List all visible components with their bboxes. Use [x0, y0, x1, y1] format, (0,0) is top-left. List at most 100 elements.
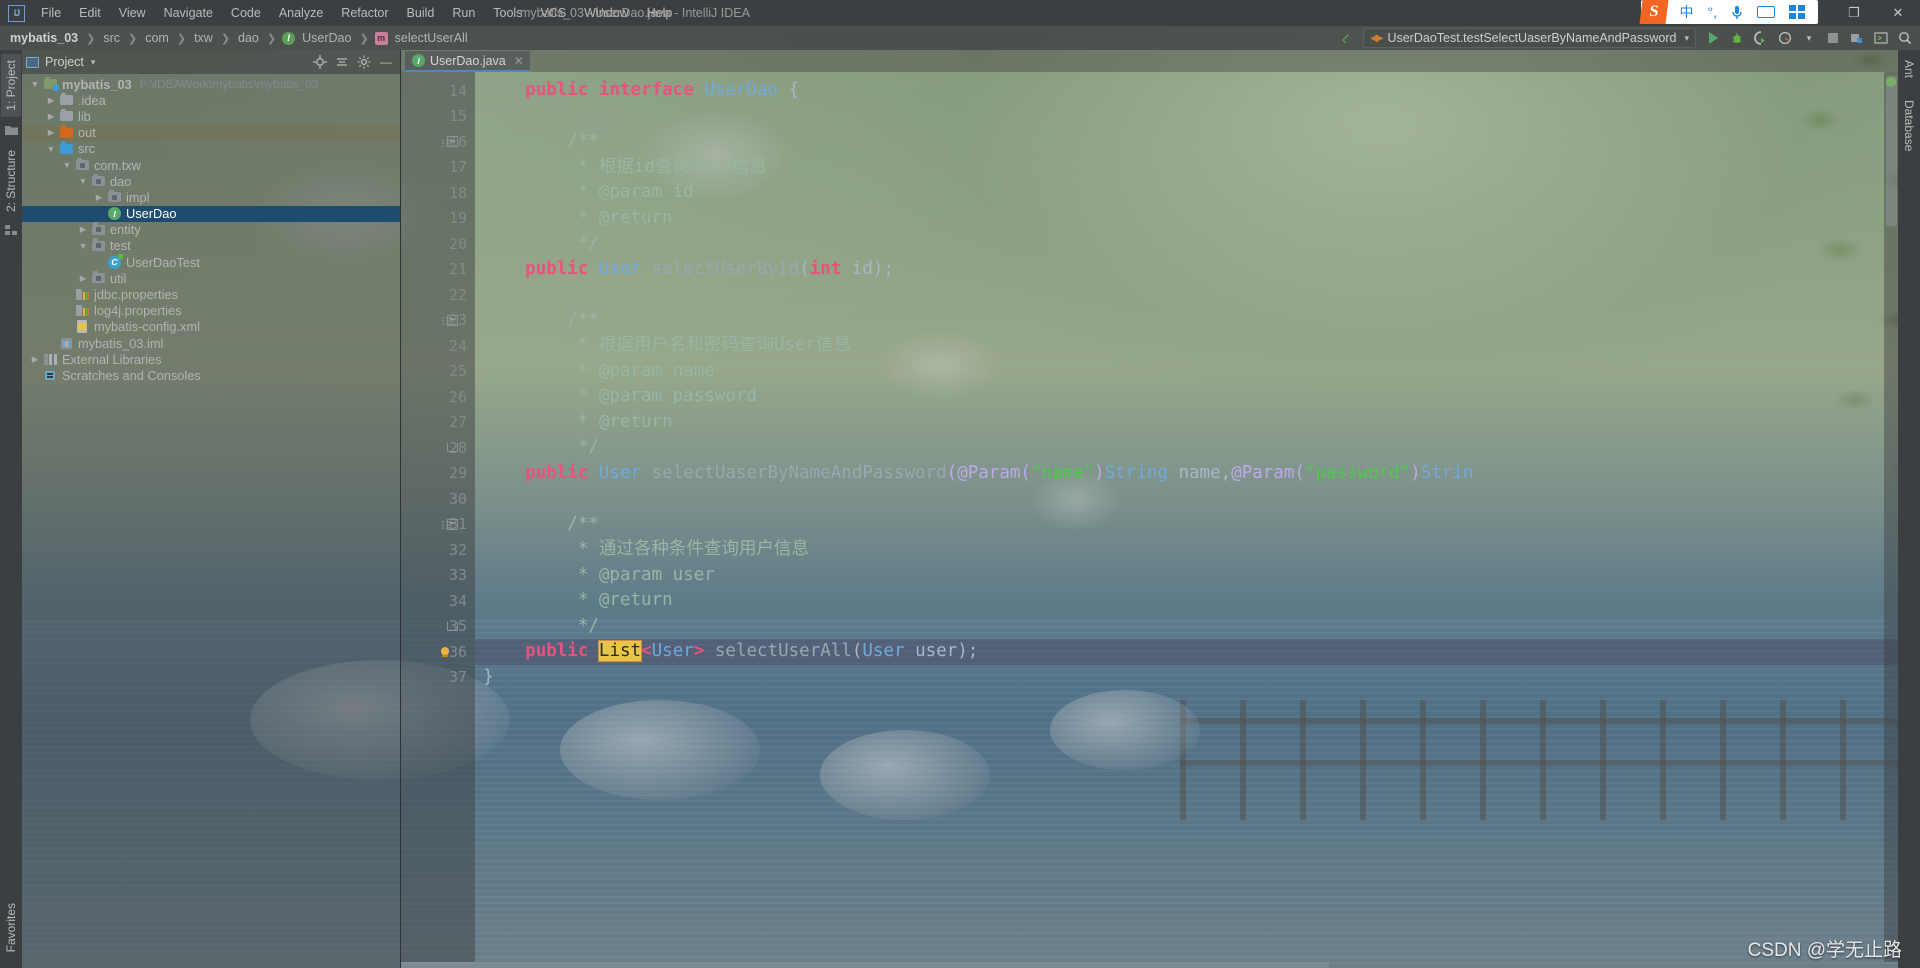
ime-mode-icon[interactable]: 中 [1673, 2, 1701, 22]
code-line-23[interactable]: /** [475, 308, 1898, 334]
breadcrumb-item-dao[interactable]: dao [236, 30, 261, 46]
tree-item-out[interactable]: ▶ out [22, 124, 400, 141]
close-tab-icon[interactable]: ✕ [514, 54, 524, 68]
expand-arrow-icon[interactable]: ▼ [60, 160, 74, 170]
code-line-37[interactable]: } [475, 665, 1898, 691]
tree-item-jdbc-properties[interactable]: • jdbc.properties [22, 286, 400, 302]
breadcrumb-item-selectuserall[interactable]: selectUserAll [393, 30, 470, 46]
tool-window-structure[interactable]: 2: Structure [1, 144, 21, 218]
code-line-16[interactable]: /** [475, 129, 1898, 155]
stop-button[interactable] [1822, 27, 1844, 49]
settings-gear-icon[interactable] [354, 52, 374, 72]
gutter-line-33[interactable]: 33 [401, 563, 475, 589]
ime-keyboard-icon[interactable] [1757, 6, 1775, 18]
code-line-28[interactable]: */ [475, 435, 1898, 461]
menu-refactor[interactable]: Refactor [332, 3, 397, 23]
editor-tab-userdao[interactable]: I UserDao.java ✕ [405, 51, 530, 72]
tree-item-entity[interactable]: ▶ entity [22, 222, 400, 238]
gutter-line-30[interactable]: 30 [401, 486, 475, 512]
gutter-line-14[interactable]: 14 [401, 78, 475, 104]
tool-window-project[interactable]: 1: Project [1, 54, 21, 117]
breadcrumb-item-project[interactable]: mybatis_03 [8, 30, 80, 46]
code-line-30[interactable] [475, 486, 1898, 512]
project-panel-title[interactable]: Project ▾ [26, 55, 95, 69]
tree-item-mybatis-03[interactable]: ▼ mybatis_03 F:\IDEAWork\mybatis\mybatis_0… [22, 76, 400, 92]
code-line-22[interactable] [475, 282, 1898, 308]
code-line-32[interactable]: * 通过各种条件查询用户信息 [475, 537, 1898, 563]
tree-item-mybatis-03-iml[interactable]: • mybatis_03.iml [22, 335, 400, 351]
close-window-button[interactable]: ✕ [1876, 0, 1920, 26]
tree-item-dao[interactable]: ▼ dao [22, 173, 400, 189]
gutter-line-35[interactable]: 35 [401, 614, 475, 640]
breadcrumb-item-txw[interactable]: txw [192, 30, 215, 46]
breadcrumb-item-com[interactable]: com [143, 30, 171, 46]
expand-arrow-icon[interactable]: ▼ [28, 79, 42, 89]
back-arrow-icon[interactable]: ⌐ [1336, 27, 1357, 48]
gutter-line-23[interactable]: −23 [401, 308, 475, 334]
menu-run[interactable]: Run [443, 3, 484, 23]
gutter-line-24[interactable]: 24 [401, 333, 475, 359]
fold-collapse-icon[interactable]: − [447, 518, 458, 530]
tree-item-test[interactable]: ▼ test [22, 238, 400, 254]
gutter-line-29[interactable]: 29 [401, 461, 475, 487]
tool-window-ant[interactable]: Ant [1899, 54, 1919, 84]
fold-end-icon[interactable] [447, 443, 458, 453]
ime-apps-icon[interactable] [1789, 5, 1805, 19]
project-tree[interactable]: ▼ mybatis_03 F:\IDEAWork\mybatis\mybatis_0… [22, 74, 400, 968]
profiler-button[interactable] [1774, 27, 1796, 49]
breadcrumb-item-src[interactable]: src [101, 30, 122, 46]
chevron-down-icon[interactable]: ▾ [1684, 33, 1689, 44]
expand-arrow-icon[interactable]: ▼ [76, 241, 90, 251]
tree-item-userdao[interactable]: •IUserDao [22, 205, 400, 222]
tree-item-impl[interactable]: ▶ impl [22, 189, 400, 205]
locate-file-icon[interactable] [310, 52, 330, 72]
build-project-button[interactable] [1846, 27, 1868, 49]
gutter-line-21[interactable]: 21 [401, 257, 475, 283]
collapse-arrow-icon[interactable]: ▶ [28, 354, 42, 365]
code-line-24[interactable]: * 根据用户名和密码查询User信息 [475, 333, 1898, 359]
tree-item-log4j-properties[interactable]: • log4j.properties [22, 303, 400, 319]
gutter-line-37[interactable]: 37 [401, 665, 475, 691]
editor-gutter[interactable]: 14 15 −16 17 18 19 20 21 22 −23 24 25 26 27 28 29 30 −31… [401, 72, 475, 962]
code-line-20[interactable]: */ [475, 231, 1898, 257]
code-line-31[interactable]: /** [475, 512, 1898, 538]
ime-punctuation-icon[interactable]: °, [1701, 4, 1725, 20]
menu-analyze[interactable]: Analyze [270, 3, 332, 23]
fold-collapse-icon[interactable]: − [447, 314, 458, 326]
menu-file[interactable]: File [32, 3, 70, 23]
menu-edit[interactable]: Edit [70, 3, 110, 23]
code-line-34[interactable]: * @return [475, 588, 1898, 614]
search-icon[interactable] [1894, 27, 1916, 49]
code-line-19[interactable]: * @return [475, 206, 1898, 232]
restore-window-button[interactable]: ❐ [1832, 0, 1876, 26]
gutter-line-34[interactable]: 34 [401, 588, 475, 614]
gutter-line-15[interactable]: 15 [401, 104, 475, 130]
gutter-line-27[interactable]: 27 [401, 410, 475, 436]
tree-item-lib[interactable]: ▶ lib [22, 108, 400, 124]
collapse-arrow-icon[interactable]: ▶ [76, 273, 90, 284]
gutter-line-18[interactable]: 18 [401, 180, 475, 206]
collapse-arrow-icon[interactable]: ▶ [44, 127, 58, 138]
tree-item-src[interactable]: ▼ src [22, 141, 400, 157]
hide-panel-icon[interactable]: — [376, 52, 396, 72]
breadcrumb-item-userdao[interactable]: UserDao [300, 30, 353, 46]
gutter-line-17[interactable]: 17 [401, 155, 475, 181]
code-line-36[interactable]: public List<User> selectUserAll(User use… [475, 639, 1898, 665]
gutter-line-20[interactable]: 20 [401, 231, 475, 257]
run-button[interactable] [1702, 27, 1724, 49]
expand-arrow-icon[interactable]: ▼ [76, 176, 90, 186]
tree-item-com-txw[interactable]: ▼ com.txw [22, 157, 400, 173]
chevron-down-icon[interactable]: ▾ [91, 57, 96, 68]
collapse-arrow-icon[interactable]: ▶ [92, 192, 106, 203]
run-with-coverage-button[interactable] [1750, 27, 1772, 49]
code-line-25[interactable]: * @param name [475, 359, 1898, 385]
menu-build[interactable]: Build [398, 3, 444, 23]
code-line-29[interactable]: public User selectUaserByNameAndPassword… [475, 461, 1898, 487]
debug-button[interactable] [1726, 27, 1748, 49]
tree-item-idea[interactable]: ▶ .idea [22, 92, 400, 108]
menu-code[interactable]: Code [222, 3, 270, 23]
code-editor[interactable]: 14 15 −16 17 18 19 20 21 22 −23 24 25 26 27 28 29 30 −31… [401, 72, 1898, 962]
menu-view[interactable]: View [110, 3, 155, 23]
collapse-arrow-icon[interactable]: ▶ [44, 95, 58, 106]
gutter-line-31[interactable]: −31 [401, 512, 475, 538]
